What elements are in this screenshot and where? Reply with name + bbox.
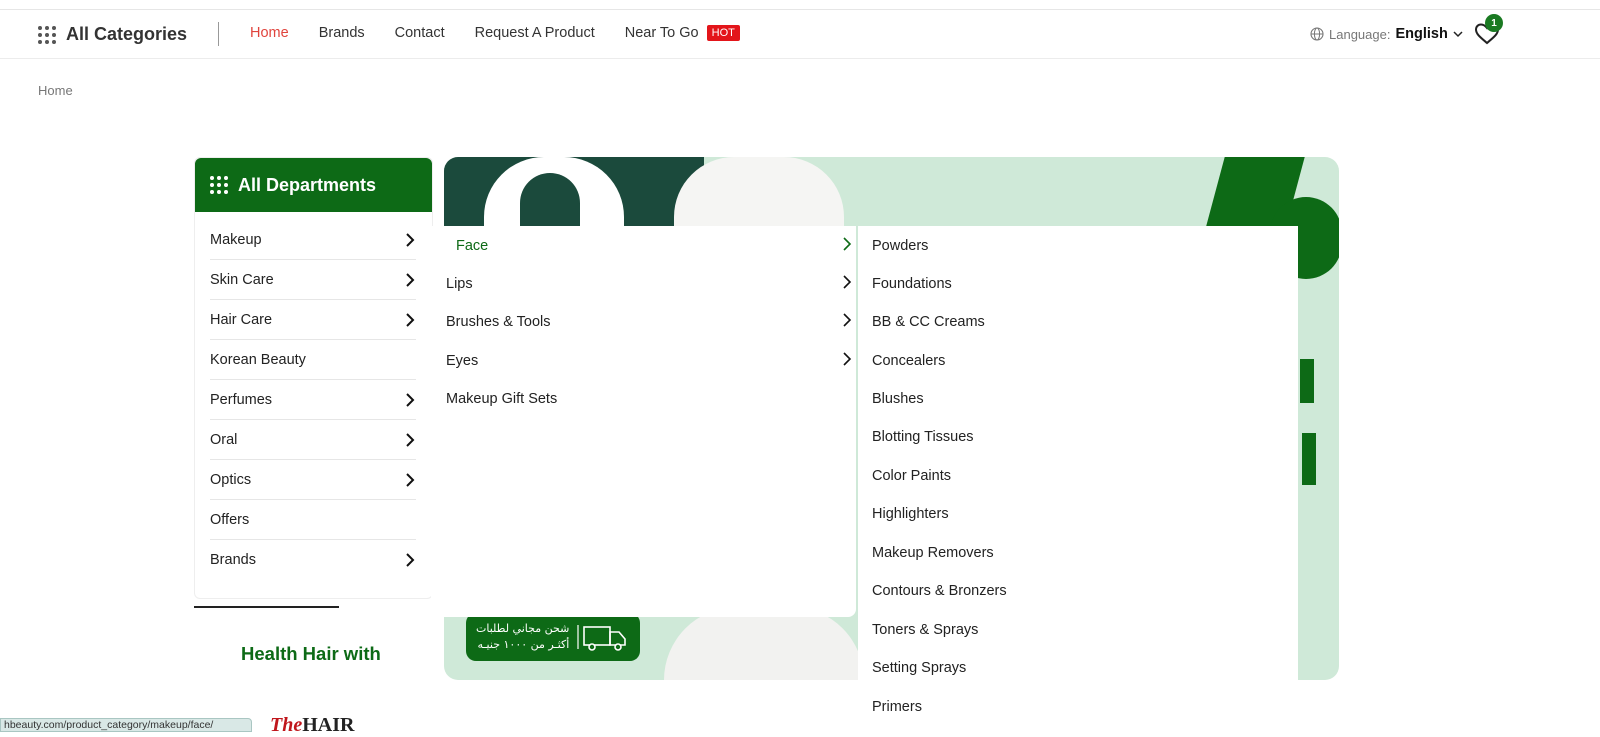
department-item-hair-care[interactable]: Hair Care <box>210 300 416 340</box>
department-label: Skin Care <box>210 271 274 288</box>
header-separator <box>218 22 219 46</box>
banner-glyph <box>1300 359 1314 403</box>
breadcrumb[interactable]: Home <box>38 83 73 98</box>
grid-icon <box>38 25 56 44</box>
submenu-leaf-highlighters[interactable]: Highlighters <box>872 506 949 522</box>
language-selector[interactable]: Language: English <box>1310 26 1463 42</box>
nav-brands[interactable]: Brands <box>319 25 365 41</box>
brand-logo[interactable]: TheHAIR <box>270 714 354 737</box>
department-label: Brands <box>210 552 256 568</box>
chevron-right-icon <box>843 275 852 289</box>
free-shipping-line1: شحن مجاني لطلبات <box>476 622 570 635</box>
submenu-leaf-toners-sprays[interactable]: Toners & Sprays <box>872 622 978 638</box>
nav-request-product[interactable]: Request A Product <box>475 25 595 41</box>
grid-icon <box>210 176 228 194</box>
submenu-leaf-blotting-tissues[interactable]: Blotting Tissues <box>872 429 974 445</box>
chevron-right-icon <box>843 237 852 251</box>
department-label: Korean Beauty <box>210 351 306 368</box>
submenu-leaf-contours-bronzers[interactable]: Contours & Bronzers <box>872 583 1007 599</box>
mega-menu-level2-panel <box>431 226 856 617</box>
banner-towel-image <box>664 607 864 680</box>
free-shipping-pill: شحن مجاني لطلبات أكثـر من ١٠٠٠ جنيـه <box>466 613 640 661</box>
department-label: Offers <box>210 511 250 528</box>
departments-list: Makeup Skin Care Hair Care Korean Beauty… <box>195 212 432 580</box>
submenu-leaf-color-paints[interactable]: Color Paints <box>872 468 951 484</box>
language-label: Language: <box>1329 26 1391 42</box>
nav-near-to-go[interactable]: Near To Go HOT <box>625 25 740 41</box>
department-label: Hair Care <box>210 311 273 328</box>
department-item-offers[interactable]: Offers <box>210 500 416 540</box>
nav-contact[interactable]: Contact <box>395 25 445 41</box>
chevron-down-icon <box>1453 31 1463 38</box>
brand-logo-name: HAIR <box>302 714 355 736</box>
submenu-leaf-powders[interactable]: Powders <box>872 238 928 254</box>
submenu-item-lips[interactable]: Lips <box>446 276 473 292</box>
department-item-makeup[interactable]: Makeup <box>210 220 416 260</box>
submenu-item-brushes-tools[interactable]: Brushes & Tools <box>446 314 551 330</box>
departments-panel: All Departments Makeup Skin Care Hair Ca… <box>194 157 433 599</box>
department-item-optics[interactable]: Optics <box>210 460 416 500</box>
submenu-leaf-makeup-removers[interactable]: Makeup Removers <box>872 545 994 561</box>
chevron-right-icon <box>843 352 852 366</box>
chevron-right-icon <box>406 392 415 407</box>
department-item-korean-beauty[interactable]: Korean Beauty <box>210 340 416 380</box>
main-nav: Home Brands Contact Request A Product Ne… <box>250 25 740 41</box>
globe-icon <box>1310 27 1324 41</box>
free-shipping-line2: أكثـر من ١٠٠٠ جنيـه <box>477 638 570 651</box>
departments-title: All Departments <box>238 174 377 195</box>
brand-logo-prefix: The <box>270 714 303 736</box>
chevron-right-icon <box>843 313 852 327</box>
all-categories-button[interactable]: All Categories <box>38 24 187 45</box>
submenu-leaf-concealers[interactable]: Concealers <box>872 353 945 369</box>
wishlist-count-badge: 1 <box>1485 14 1503 32</box>
departments-header[interactable]: All Departments <box>195 158 432 212</box>
section-heading: Health Hair with <box>241 643 381 664</box>
chevron-right-icon <box>406 272 415 287</box>
chevron-right-icon <box>406 232 415 247</box>
submenu-leaf-foundations[interactable]: Foundations <box>872 276 952 292</box>
submenu-item-makeup-gift-sets[interactable]: Makeup Gift Sets <box>446 391 557 407</box>
chevron-right-icon <box>406 472 415 487</box>
department-label: Optics <box>210 471 252 488</box>
nav-home[interactable]: Home <box>250 25 289 41</box>
chevron-right-icon <box>406 432 415 447</box>
submenu-item-eyes[interactable]: Eyes <box>446 353 478 369</box>
status-bar-url: hbeauty.com/product_category/makeup/face… <box>0 718 252 732</box>
section-underline <box>194 606 339 608</box>
language-value: English <box>1395 26 1448 42</box>
submenu-leaf-bb-cc-creams[interactable]: BB & CC Creams <box>872 314 985 330</box>
department-item-skin-care[interactable]: Skin Care <box>210 260 416 300</box>
department-label: Makeup <box>210 231 262 248</box>
submenu-item-face[interactable]: Face <box>456 238 488 254</box>
submenu-leaf-primers[interactable]: Primers <box>872 699 922 715</box>
all-categories-label: All Categories <box>66 24 188 44</box>
submenu-leaf-blushes[interactable]: Blushes <box>872 391 924 407</box>
free-shipping-text: شحن مجاني لطلبات أكثـر من ١٠٠٠ جنيـه <box>476 621 569 653</box>
banner-glyph <box>1302 433 1316 485</box>
chevron-right-icon <box>406 312 415 327</box>
department-item-perfumes[interactable]: Perfumes <box>210 380 416 420</box>
department-item-brands[interactable]: Brands <box>210 540 416 580</box>
chevron-right-icon <box>406 553 415 567</box>
hot-badge: HOT <box>706 25 740 41</box>
site-header: All Categories Home Brands Contact Reque… <box>0 10 1600 59</box>
department-label: Perfumes <box>210 391 273 408</box>
submenu-leaf-setting-sprays[interactable]: Setting Sprays <box>872 660 966 676</box>
department-label: Oral <box>210 431 238 448</box>
delivery-truck-icon <box>577 625 626 651</box>
department-item-oral[interactable]: Oral <box>210 420 416 460</box>
nav-near-to-go-label: Near To Go <box>624 25 699 41</box>
